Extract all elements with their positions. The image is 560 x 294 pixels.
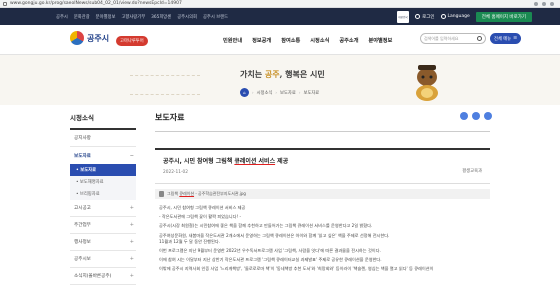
article-department: 평생교육과 bbox=[462, 169, 482, 174]
breadcrumb-item[interactable]: 보도자료 bbox=[303, 90, 319, 96]
sidebar-submenu: • 보도자료 • 보도해명자료 • 브리핑자료 bbox=[70, 164, 136, 200]
sidebar-item-press[interactable]: 보도자료 − bbox=[70, 147, 136, 164]
site-link-hope[interactable]: 365희망센 bbox=[151, 14, 171, 20]
sidebar-sub-press[interactable]: • 보도자료 bbox=[70, 164, 136, 176]
main-nav: 민원안내 정보공개 참여소통 시정소식 공주소개 분야별정보 bbox=[223, 37, 392, 44]
article-title: 공주시, 시민 참여형 그림책 큐레이션 서비스 제공 bbox=[163, 158, 289, 165]
expand-icon: + bbox=[129, 205, 134, 211]
side-nav-title: 시정소식 bbox=[70, 112, 136, 130]
site-link-council[interactable]: 공주시의회 bbox=[177, 14, 197, 20]
site-logo[interactable]: 공주시 bbox=[70, 31, 109, 45]
sidebar-item-announcement[interactable]: 고시공고 + bbox=[70, 200, 136, 217]
site-link-gongju[interactable]: 공주시 bbox=[56, 14, 68, 20]
browser-toolbar bbox=[534, 1, 560, 6]
sidebar-item-notice[interactable]: 공지사항 bbox=[70, 130, 136, 147]
breadcrumb: ⌂ › 시정소식 › 보도자료 › 보도자료 bbox=[240, 88, 319, 97]
nav-news[interactable]: 시정소식 bbox=[310, 37, 329, 44]
sidebar-sub-briefing[interactable]: • 브리핑자료 bbox=[70, 188, 136, 200]
body-paragraph: 이밖에 공주시 지역사회 인증 사업 '느리게책방', '돌로로로마 책'이 '… bbox=[159, 266, 434, 272]
login-link[interactable]: 로그인 bbox=[415, 14, 435, 20]
government-badge-icon[interactable]: 대한민국 bbox=[397, 10, 410, 23]
login-icon bbox=[415, 14, 421, 19]
gongju-logo-icon bbox=[70, 31, 84, 45]
sidebar-item-events[interactable]: 행사정보 + bbox=[70, 234, 136, 251]
body-paragraph: 이번 프로그램은 지난 9월부터 운영한 2022년 우수독서프로그램 사업 '… bbox=[159, 248, 381, 254]
home-icon[interactable]: ⌂ bbox=[240, 88, 249, 97]
sidebar-item-newsletter[interactable]: 소식지(올바른공주) + bbox=[70, 268, 136, 285]
url-text[interactable]: www.gongju.go.kr/prog/saeolNews/sub04_02… bbox=[10, 1, 182, 6]
collapse-icon: − bbox=[129, 152, 134, 159]
file-icon bbox=[159, 191, 164, 197]
banner-slogan: 가치는 공주, 행복은 시민 bbox=[240, 69, 325, 79]
visual-banner: 가치는 공주, 행복은 시민 ⌂ › 시정소식 › 보도자료 › 보도자료 bbox=[0, 55, 560, 105]
expand-icon: + bbox=[129, 239, 134, 245]
nav-field[interactable]: 분야별정보 bbox=[368, 37, 392, 44]
tour-badge[interactable]: 고마나루투어 bbox=[116, 36, 148, 46]
body-paragraph: 공주시, 시민 참여형 그림책 큐레이션 서비스 제공 bbox=[159, 205, 246, 210]
profile-icon[interactable] bbox=[542, 1, 546, 6]
article-body: 공주시, 시민 참여형 그림책 큐레이션 서비스 제공 - 작은도서관에 그림책… bbox=[159, 205, 487, 276]
search-input[interactable]: 검색어를 입력하세요 bbox=[420, 33, 486, 44]
language-select[interactable]: Language bbox=[440, 14, 470, 19]
more-icon[interactable] bbox=[550, 1, 554, 6]
expand-icon: + bbox=[129, 222, 134, 228]
breadcrumb-item[interactable]: 시정소식 bbox=[257, 90, 273, 96]
nav-disclosure[interactable]: 정보공개 bbox=[252, 37, 271, 44]
top-utility-bar: 공주시 문화관광 분야별정보 고향사랑기부 365희망센 공주시의회 공주시 브… bbox=[0, 8, 560, 25]
article-date: 2022-11-02 bbox=[163, 170, 188, 175]
extension-icon[interactable] bbox=[534, 1, 538, 6]
page-tools bbox=[460, 112, 492, 120]
nav-about[interactable]: 공주소개 bbox=[339, 37, 358, 44]
browser-address-bar[interactable]: www.gongju.go.kr/prog/saeolNews/sub04_02… bbox=[0, 0, 560, 8]
search-icon[interactable] bbox=[477, 36, 482, 41]
attachment-link[interactable]: 그림책 큐레이션 - 공주학습관전부지도서관.jpg bbox=[167, 191, 246, 197]
bookmark-icon[interactable] bbox=[484, 112, 492, 120]
banner-pattern bbox=[130, 75, 200, 95]
nav-civil[interactable]: 민원안내 bbox=[223, 37, 242, 44]
nav-participation[interactable]: 참여소통 bbox=[281, 37, 300, 44]
main-content: 보도자료 공주시, 시민 참여형 그림책 큐레이션 서비스 제공 2022-11… bbox=[155, 112, 492, 271]
print-icon[interactable] bbox=[472, 112, 480, 120]
all-sites-button[interactable]: 전체 홈페이지 바로가기 bbox=[475, 11, 532, 22]
menu-icon: ☰ bbox=[513, 36, 518, 41]
site-link-brand[interactable]: 공주시 브랜드 bbox=[203, 14, 228, 20]
expand-icon: + bbox=[129, 256, 134, 262]
globe-icon bbox=[440, 14, 446, 19]
page-title: 보도자료 bbox=[155, 113, 185, 122]
sidebar-item-bulletin[interactable]: 공주시보 + bbox=[70, 251, 136, 268]
site-link-info[interactable]: 분야별정보 bbox=[96, 14, 116, 20]
main-header: 공주시 고마나루투어 민원안내 정보공개 참여소통 시정소식 공주소개 분야별정… bbox=[0, 25, 560, 55]
body-paragraph: 11월과 12월 두 달 동안 진행된다. bbox=[159, 238, 221, 244]
sidebar-sub-clarification[interactable]: • 보도해명자료 bbox=[70, 176, 136, 188]
body-paragraph: 공주시(시장 최원철)는 시민참여에 좋은 책을 함께 추천하고 만들어가는 그… bbox=[159, 223, 373, 229]
sidebar-item-weekly[interactable]: 주간업무 + bbox=[70, 217, 136, 234]
breadcrumb-item[interactable]: 보도자료 bbox=[280, 90, 296, 96]
site-link-culture[interactable]: 문화관광 bbox=[74, 14, 90, 20]
article-header: 공주시, 시민 참여형 그림책 큐레이션 서비스 제공 2022-11-02 평… bbox=[155, 148, 490, 184]
lock-icon bbox=[3, 1, 7, 6]
expand-icon: + bbox=[129, 273, 134, 279]
mascot-illustration bbox=[416, 65, 438, 101]
site-link-donation[interactable]: 고향사랑기부 bbox=[121, 14, 145, 20]
side-nav: 시정소식 공지사항 보도자료 − • 보도자료 • 보도해명자료 • 브리핑자료 … bbox=[70, 112, 136, 285]
share-icon[interactable] bbox=[460, 112, 468, 120]
body-paragraph: 이에 참여 시는 이달부터 지난 상반기 작은도서관 프로그램 '그림책 큐레이… bbox=[159, 257, 382, 263]
title-divider bbox=[155, 131, 490, 132]
all-menu-button[interactable]: 전체 메뉴 ☰ bbox=[490, 33, 522, 44]
body-paragraph: - 작은도서관에 그림책 꽃이 활짝 피었습니다! - bbox=[159, 214, 242, 220]
attachment-row[interactable]: 그림책 큐레이션 - 공주학습관전부지도서관.jpg bbox=[155, 189, 490, 199]
